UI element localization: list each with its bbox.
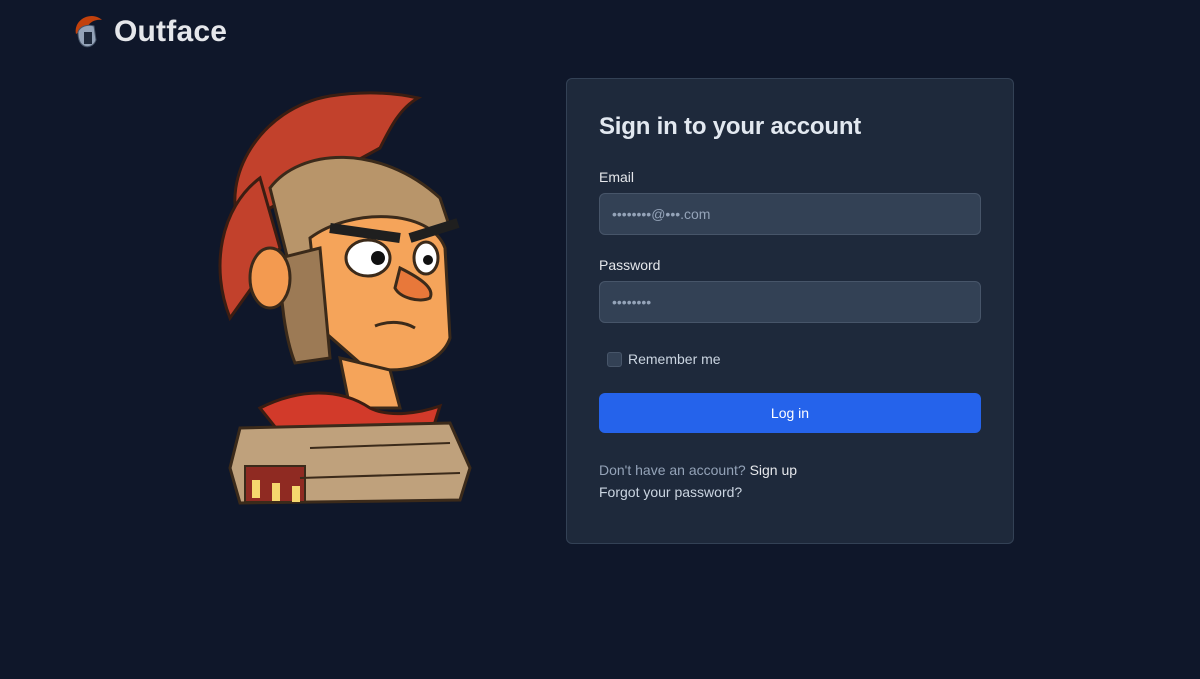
brand-name[interactable]: Outface [114,15,227,49]
forgot-password-link[interactable]: Forgot your password? [599,481,981,503]
email-value: ••••••••@•••.com [612,206,711,222]
password-label: Password [599,257,661,273]
email-input[interactable]: ••••••••@•••.com [599,193,981,235]
login-card: Sign in to your account Email ••••••••@•… [566,78,1014,544]
signup-link[interactable]: Sign up [750,462,797,478]
app-header: Outface [70,14,227,50]
login-title: Sign in to your account [599,113,862,140]
remember-me-checkbox[interactable] [607,351,622,367]
roman-soldier-illustration [218,91,472,505]
no-account-text: Don't have an account? [599,462,746,478]
password-input[interactable]: •••••••• [599,281,981,323]
remember-me-label[interactable]: Remember me [628,351,721,367]
roman-helmet-icon[interactable] [70,14,104,50]
remember-me-row[interactable]: Remember me [607,351,981,367]
auth-links: Don't have an account? Sign up Forgot yo… [599,459,981,503]
password-value: •••••••• [612,294,652,310]
login-button[interactable]: Log in [599,393,981,433]
email-label: Email [599,169,635,185]
